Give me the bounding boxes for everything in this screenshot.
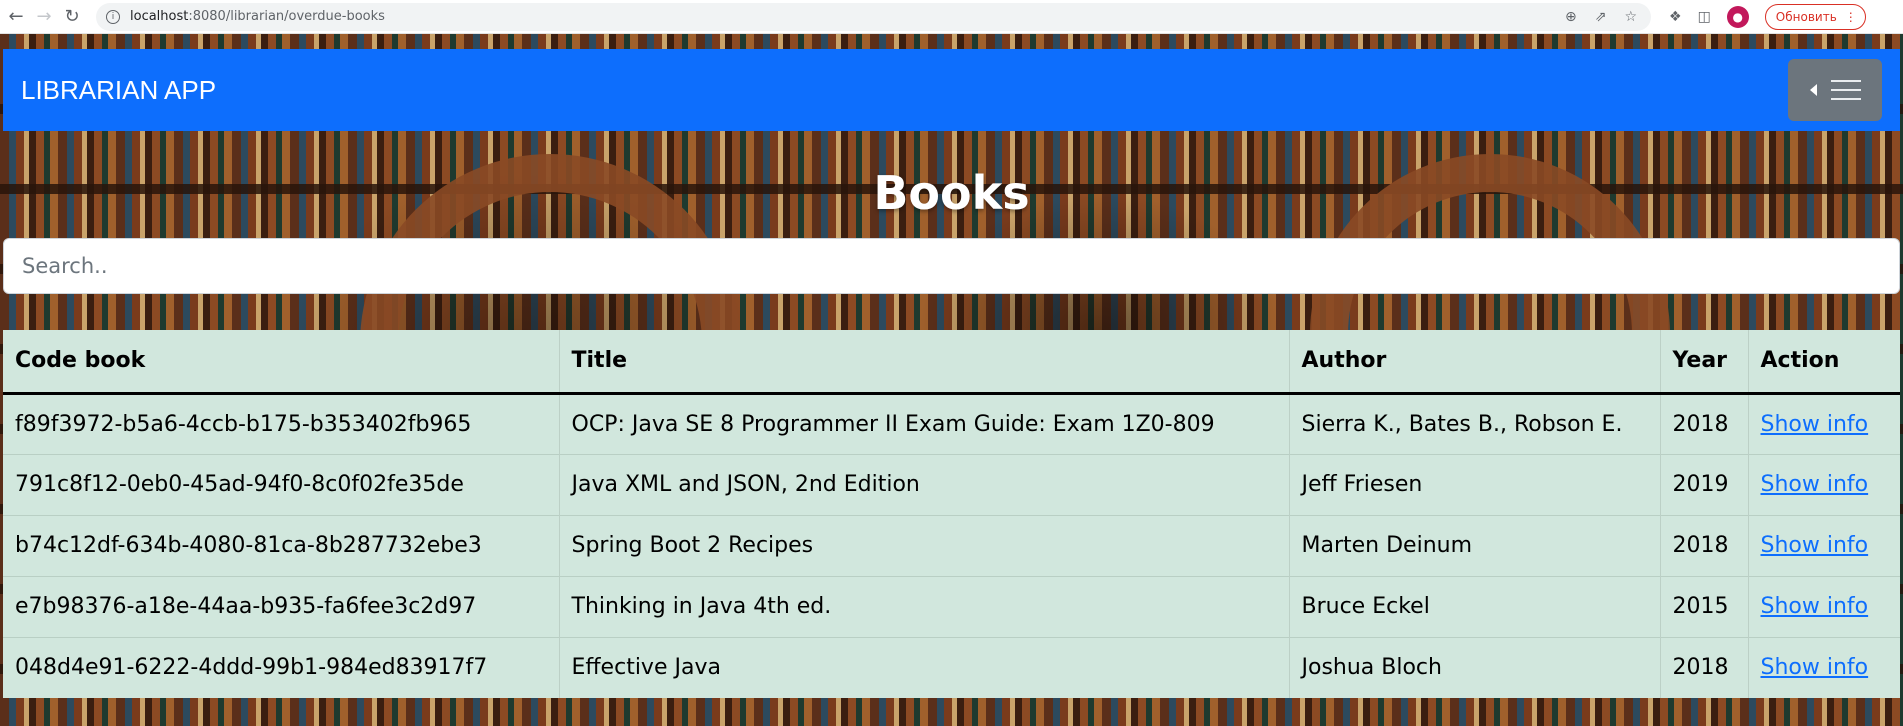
- zoom-icon[interactable]: ⊕: [1565, 9, 1577, 25]
- cell-year: 2019: [1659, 453, 1748, 515]
- table-row: 791c8f12-0eb0-45ad-94f0-8c0f02fe35de Jav…: [3, 453, 1900, 515]
- table-row: f89f3972-b5a6-4ccb-b175-b353402fb965 OCP…: [3, 392, 1900, 454]
- cell-year: 2018: [1659, 514, 1748, 576]
- more-menu-icon: ⋮: [1844, 9, 1857, 24]
- table-row: b74c12df-634b-4080-81ca-8b287732ebe3 Spr…: [3, 514, 1900, 576]
- cell-year: 2018: [1659, 392, 1748, 454]
- column-header-action: Action: [1747, 330, 1900, 395]
- cell-action: Show info: [1747, 636, 1900, 698]
- back-icon[interactable]: ←: [4, 5, 28, 29]
- show-info-link[interactable]: Show info: [1761, 533, 1869, 558]
- cell-title: Thinking in Java 4th ed.: [558, 575, 1289, 637]
- share-icon[interactable]: ⇗: [1595, 9, 1607, 25]
- site-info-icon[interactable]: i: [106, 9, 120, 24]
- cell-title: OCP: Java SE 8 Programmer II Exam Guide:…: [558, 392, 1289, 454]
- url-host: localhost: [130, 9, 189, 24]
- cell-author: Jeff Friesen: [1288, 453, 1660, 515]
- cell-code: 791c8f12-0eb0-45ad-94f0-8c0f02fe35de: [3, 453, 559, 515]
- forward-icon[interactable]: →: [32, 5, 56, 29]
- profile-avatar[interactable]: ●: [1726, 5, 1749, 28]
- cell-year: 2015: [1659, 575, 1748, 637]
- url-path: :8080/librarian/overdue-books: [188, 9, 385, 24]
- column-header-author: Author: [1288, 330, 1660, 395]
- column-header-year: Year: [1659, 330, 1748, 395]
- cell-action: Show info: [1747, 514, 1900, 576]
- table-row: 048d4e91-6222-4ddd-99b1-984ed83917f7 Eff…: [3, 636, 1900, 698]
- cell-action: Show info: [1747, 575, 1900, 637]
- page-title: Books: [873, 166, 1030, 220]
- update-button[interactable]: Обновить ⋮: [1764, 3, 1866, 30]
- update-label: Обновить: [1775, 9, 1837, 24]
- column-header-title: Title: [558, 330, 1289, 395]
- cell-code: 048d4e91-6222-4ddd-99b1-984ed83917f7: [3, 636, 559, 698]
- books-table: Code book Title Author Year Action f89f3…: [3, 330, 1900, 698]
- cell-author: Joshua Bloch: [1288, 636, 1660, 698]
- cell-author: Sierra K., Bates B., Robson E.: [1288, 392, 1660, 454]
- cell-code: b74c12df-634b-4080-81ca-8b287732ebe3: [3, 514, 559, 576]
- show-info-link[interactable]: Show info: [1761, 655, 1869, 680]
- bookmark-star-icon[interactable]: ☆: [1624, 9, 1637, 25]
- column-header-code: Code book: [3, 330, 559, 395]
- address-bar[interactable]: i localhost:8080/librarian/overdue-books…: [96, 2, 1651, 31]
- cell-code: f89f3972-b5a6-4ccb-b175-b353402fb965: [3, 392, 559, 454]
- caret-left-icon: [1809, 84, 1817, 96]
- cell-author: Marten Deinum: [1288, 514, 1660, 576]
- browser-toolbar: ← → ↻ i localhost:8080/librarian/overdue…: [0, 0, 1903, 34]
- show-info-link[interactable]: Show info: [1761, 412, 1869, 437]
- navbar-brand[interactable]: LIBRARIAN APP: [21, 75, 216, 106]
- extensions-icon[interactable]: ❖: [1669, 9, 1682, 25]
- cell-title: Effective Java: [558, 636, 1289, 698]
- hamburger-icon: [1830, 80, 1861, 100]
- show-info-link[interactable]: Show info: [1761, 594, 1869, 619]
- cell-year: 2018: [1659, 636, 1748, 698]
- cell-code: e7b98376-a18e-44aa-b935-fa6fee3c2d97: [3, 575, 559, 637]
- show-info-link[interactable]: Show info: [1761, 472, 1869, 497]
- cell-author: Bruce Eckel: [1288, 575, 1660, 637]
- side-panel-icon[interactable]: ◫: [1698, 9, 1711, 25]
- table-header-row: Code book Title Author Year Action: [3, 330, 1900, 395]
- search-input[interactable]: [3, 238, 1900, 294]
- cell-title: Spring Boot 2 Recipes: [558, 514, 1289, 576]
- table-row: e7b98376-a18e-44aa-b935-fa6fee3c2d97 Thi…: [3, 575, 1900, 637]
- cell-action: Show info: [1747, 392, 1900, 454]
- reload-icon[interactable]: ↻: [60, 5, 84, 29]
- navbar: LIBRARIAN APP: [3, 49, 1900, 131]
- navbar-toggler-button[interactable]: [1788, 59, 1882, 121]
- cell-title: Java XML and JSON, 2nd Edition: [558, 453, 1289, 515]
- cell-action: Show info: [1747, 453, 1900, 515]
